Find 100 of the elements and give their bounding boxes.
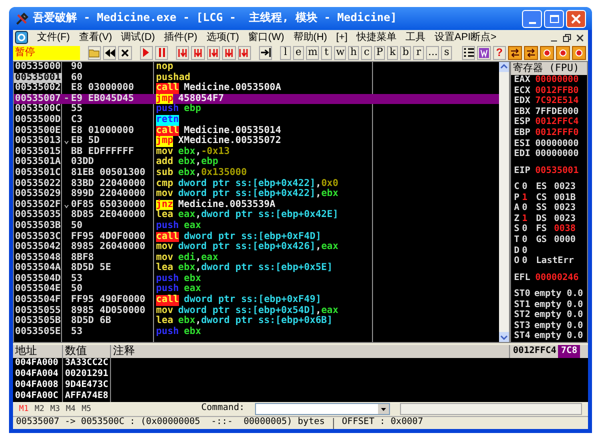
menu-item[interactable]: 窗口(W) bbox=[248, 30, 284, 45]
menu-item[interactable]: 插件(P) bbox=[164, 30, 198, 45]
hex-cell-text: 60 bbox=[71, 72, 82, 83]
disassembly-row[interactable]: 0053500D C3 retn bbox=[14, 114, 499, 126]
register-value: 7C92E514 bbox=[535, 96, 579, 107]
register-name: ECX bbox=[514, 86, 530, 96]
menu-item[interactable]: 选项(T) bbox=[206, 30, 240, 45]
restore-icon[interactable] bbox=[563, 34, 571, 42]
close-icon[interactable] bbox=[576, 34, 584, 42]
trace-over-icon[interactable] bbox=[222, 46, 236, 60]
menu-item[interactable]: 设置API断点> bbox=[434, 30, 497, 45]
toolbar-button[interactable]: m bbox=[306, 46, 320, 60]
value-cell: 00201291 bbox=[63, 369, 111, 380]
scroll-down-icon[interactable] bbox=[499, 332, 509, 342]
disassembly-row[interactable]: 0053502F ⌄ 0F85 65030000 jnz Medicine.0053539A bbox=[14, 200, 499, 210]
disassembly-row[interactable]: 00535042 8985 26040000 mov dword ptr ss:[ebp+0x426],eax bbox=[14, 242, 499, 253]
disassembly-row[interactable]: 00535000 90 nop bbox=[14, 62, 499, 73]
toolbar-button[interactable]: s bbox=[441, 46, 452, 60]
disassembly-row[interactable]: 0053504E 50 push eax bbox=[14, 284, 499, 296]
toolbar-button[interactable]: ... bbox=[426, 46, 440, 60]
address-cell-text: 0053504E bbox=[14, 284, 62, 295]
address-cell: 0053505E bbox=[14, 326, 62, 338]
disassembly-row[interactable]: 00535035 8D85 2E040000 lea eax,dword ptr ss:[ebp+0x42E] bbox=[14, 210, 499, 221]
step-into-icon[interactable] bbox=[176, 46, 190, 60]
disassembly-row[interactable]: 0053504D 53 push ebx bbox=[14, 274, 499, 284]
value-cell: 9D4E473C bbox=[63, 380, 111, 391]
disassembly-row[interactable]: 0053503B 50 push eax bbox=[14, 220, 499, 232]
pause-icon[interactable] bbox=[154, 46, 168, 60]
registers-title: 寄存器 (FPU) bbox=[511, 62, 587, 75]
command-field[interactable] bbox=[254, 403, 390, 415]
disassembly-row[interactable]: 00535022 83BD 22040000 cmp dword ptr ss:[ebp+0x422],0x0 bbox=[14, 178, 499, 190]
menu-item[interactable]: 帮助(H) bbox=[293, 30, 328, 45]
memory-tab[interactable]: M3 bbox=[50, 403, 60, 415]
tools-icon bbox=[15, 12, 29, 26]
swap-arrows-icon[interactable] bbox=[524, 46, 538, 60]
toolbar-button[interactable]: c bbox=[361, 46, 372, 60]
disassembly-row[interactable]: 00535002 E8 03000000 call Medicine.0053500A bbox=[14, 83, 499, 94]
disassembly-row[interactable]: 0053505E 53 push ebx bbox=[14, 326, 499, 338]
column-header[interactable]: 数值 bbox=[63, 345, 111, 358]
minimize-button[interactable] bbox=[522, 10, 542, 28]
step-over-icon[interactable] bbox=[191, 46, 205, 60]
menu-item[interactable]: 工具 bbox=[406, 30, 426, 45]
disassembly-row[interactable]: 0053501A 03DD add ebx,ebp bbox=[14, 157, 499, 168]
flag-value: 0 bbox=[522, 256, 528, 267]
address-cell: 00535002 bbox=[14, 83, 62, 94]
disassembly-row[interactable]: 00535048 8BF8 mov edi,eax bbox=[14, 252, 499, 264]
close-icon[interactable] bbox=[118, 46, 132, 60]
window-icon[interactable] bbox=[477, 46, 491, 60]
toolbar-button[interactable]: h bbox=[348, 46, 360, 60]
memory-tab[interactable]: M4 bbox=[66, 403, 76, 415]
hex-cell: E8 03000000 bbox=[71, 83, 134, 94]
help-button[interactable]: ? bbox=[492, 46, 506, 60]
operands: dword ptr ss:[ebp+0x426],eax bbox=[177, 242, 338, 252]
rewind-icon[interactable] bbox=[102, 46, 116, 60]
disassembly-row[interactable]: 00535001 60 pushad bbox=[14, 72, 499, 84]
register-value: empty 0.0 bbox=[534, 289, 584, 300]
menu-item[interactable]: 快捷菜单 bbox=[356, 30, 397, 45]
toolbar-button[interactable]: e bbox=[293, 46, 304, 60]
disassembly-row[interactable]: 0053504A 8D5D 5E lea ebx,dword ptr ss:[ebp+0x5E] bbox=[14, 263, 499, 274]
list-icon[interactable] bbox=[462, 46, 476, 60]
disassembly-row[interactable]: 00535015 BB EDFFFFFF mov ebx,-0x13 bbox=[14, 146, 499, 158]
menu-item[interactable]: [+] bbox=[336, 30, 348, 45]
toolbar-button[interactable]: r bbox=[413, 46, 424, 60]
toolbar-button[interactable]: t bbox=[321, 46, 332, 60]
scroll-up-icon[interactable] bbox=[499, 62, 509, 72]
go-to-cursor-icon[interactable] bbox=[258, 46, 272, 60]
menu-item[interactable]: 调试(D) bbox=[121, 30, 156, 45]
disassembly-row[interactable]: 0053501C 81EB 00501300 sub ebx,0x135000 bbox=[14, 168, 499, 179]
toolbar-button[interactable]: b bbox=[400, 46, 412, 60]
disassembly-row[interactable]: 00535055 8985 4D050000 mov dword ptr ss:[ebp+0x54D],eax bbox=[14, 306, 499, 316]
play-icon[interactable] bbox=[140, 46, 153, 60]
toolbar-button[interactable]: w bbox=[334, 46, 346, 60]
mnemonic: mov bbox=[156, 306, 174, 316]
disassembly-row[interactable]: 00535029 899D 22040000 mov dword ptr ss:[ebp+0x422],ebx bbox=[14, 189, 499, 200]
disassembly-row[interactable]: 0053503C FF95 4D0F0000 call dword ptr ss:[ebp+0xF4D] bbox=[14, 232, 499, 242]
toolbar-button[interactable]: P bbox=[374, 46, 386, 60]
toolbar-button[interactable]: l bbox=[280, 46, 292, 60]
memory-tab[interactable]: M5 bbox=[82, 403, 92, 415]
swap-arrows-icon[interactable] bbox=[508, 46, 522, 60]
disassembly-row[interactable]: 0053504F FF95 490F0000 call dword ptr ss:[ebp+0xF49] bbox=[14, 295, 499, 306]
disassembly-row[interactable]: 00535007 - E9 EB045D45 jmp 458054F7 bbox=[14, 94, 499, 104]
disassembly-row[interactable]: 0053500E E8 01000000 call Medicine.00535014 bbox=[14, 126, 499, 136]
last-error-label: LastErr bbox=[536, 256, 574, 267]
menu-item[interactable]: 文件(F) bbox=[37, 30, 70, 45]
mnemonic: lea bbox=[156, 263, 174, 274]
menu-item[interactable]: 查看(V) bbox=[78, 30, 112, 45]
disassembly-row[interactable]: 0053500C 55 push ebp bbox=[14, 104, 499, 115]
hex-cell-text: 8985 4D050000 bbox=[71, 306, 146, 316]
scrollbar[interactable] bbox=[499, 62, 509, 342]
trace-into-icon[interactable] bbox=[206, 46, 220, 60]
execute-till-return-icon[interactable] bbox=[238, 46, 252, 60]
disassembly-row[interactable]: 0053505B 8D5D 6B lea ebx,dword ptr ss:[ebp+0x6B] bbox=[14, 316, 499, 327]
toolbar-button[interactable]: k bbox=[387, 46, 398, 60]
mnemonic: pushad bbox=[156, 72, 190, 83]
column-header[interactable]: 地址 bbox=[13, 345, 63, 358]
operands: ebx,-0x13 bbox=[177, 146, 230, 157]
memory-tab[interactable]: M2 bbox=[34, 403, 44, 415]
maximize-button[interactable] bbox=[544, 10, 564, 28]
disassembly-row[interactable]: 00535013 ⌄ EB 5D jmp XMedicine.00535072 bbox=[14, 136, 499, 147]
close-button[interactable] bbox=[566, 10, 586, 28]
